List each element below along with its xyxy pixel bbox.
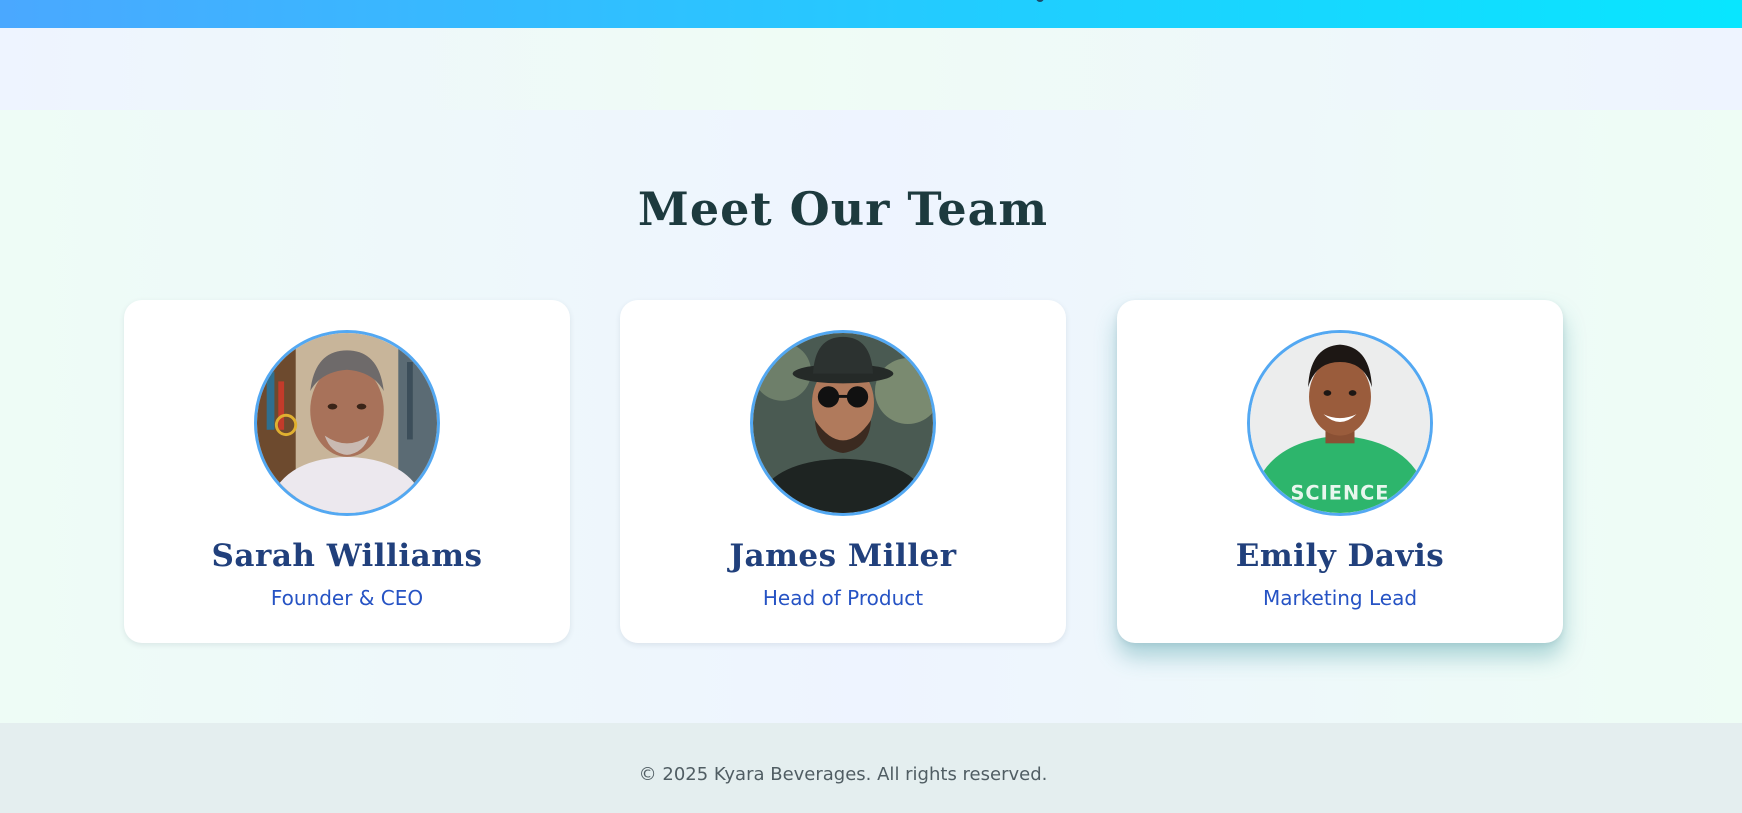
avatar: SCIENCE (1247, 330, 1433, 516)
member-role: Head of Product (762, 586, 924, 610)
top-navigation-bar (0, 0, 1742, 28)
nav-bar-edge (1036, 0, 1044, 2)
section-title: Meet Our Team (637, 182, 1049, 236)
member-name: James Miller (729, 538, 957, 574)
portrait-photo-icon (257, 333, 437, 513)
team-card: SCIENCE Emily Davis Marketing Lead (1117, 300, 1563, 643)
shirt-print: SCIENCE (1291, 481, 1390, 504)
member-role: Founder & CEO (270, 586, 424, 610)
portrait-photo-icon (753, 333, 933, 513)
member-name: Sarah Williams (211, 538, 483, 574)
header-spacer-band (0, 28, 1742, 110)
copyright-text: © 2025 Kyara Beverages. All rights reser… (638, 764, 1048, 785)
avatar (254, 330, 440, 516)
avatar (750, 330, 936, 516)
portrait-photo-icon: SCIENCE (1250, 333, 1430, 513)
member-name: Emily Davis (1235, 538, 1445, 574)
member-role: Marketing Lead (1262, 586, 1418, 610)
page-footer: © 2025 Kyara Beverages. All rights reser… (0, 723, 1742, 813)
team-card: Sarah Williams Founder & CEO (124, 300, 570, 643)
team-section: Meet Our Team Sarah Williams Founder & C… (0, 110, 1742, 723)
team-card: James Miller Head of Product (620, 300, 1066, 643)
